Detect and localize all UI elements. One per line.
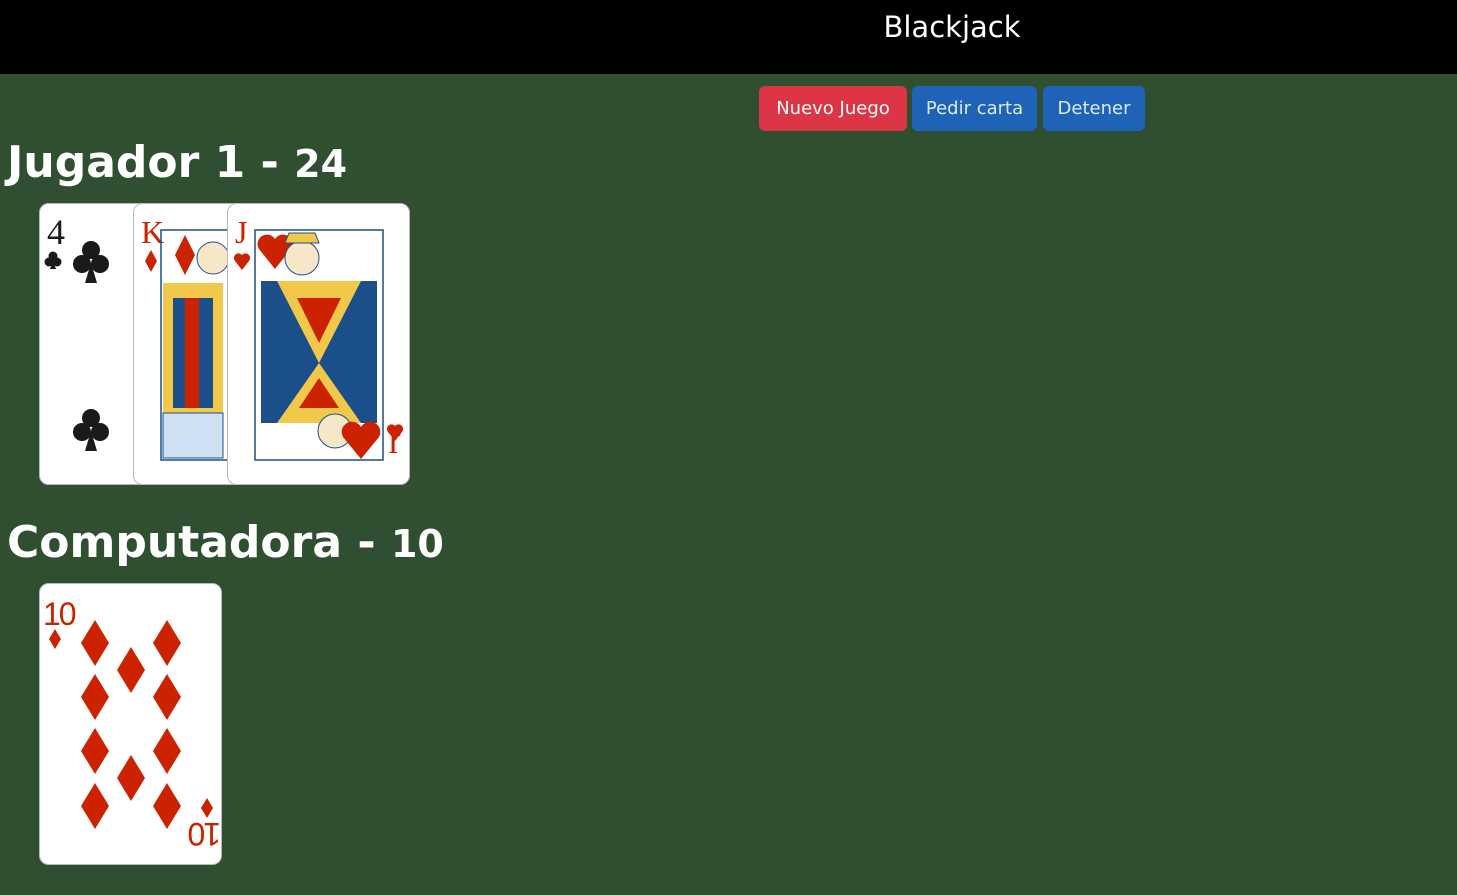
hit-card-button[interactable]: Pedir carta bbox=[912, 86, 1037, 131]
card-rank-bottom: 10 bbox=[188, 816, 221, 852]
computer-label: Computadora - bbox=[7, 517, 376, 568]
computer-score: 10 bbox=[390, 522, 444, 566]
player-score: 24 bbox=[294, 142, 348, 186]
computer-heading: Computadora - 10 bbox=[7, 518, 444, 569]
stop-button[interactable]: Detener bbox=[1043, 86, 1145, 131]
playing-card-10-diamonds: 10 10 bbox=[39, 583, 222, 865]
card-rank: 4 bbox=[47, 212, 65, 252]
playing-card-j-hearts: J J bbox=[227, 203, 410, 485]
top-bar: Blackjack bbox=[0, 0, 1457, 74]
new-game-button[interactable]: Nuevo Juego bbox=[759, 86, 907, 131]
card-rank: J bbox=[235, 214, 247, 250]
card-rank: 10 bbox=[43, 596, 76, 632]
player-heading: Jugador 1 - 24 bbox=[7, 138, 347, 189]
player-label: Jugador 1 - bbox=[7, 137, 279, 188]
app-title: Blackjack bbox=[883, 10, 1021, 44]
